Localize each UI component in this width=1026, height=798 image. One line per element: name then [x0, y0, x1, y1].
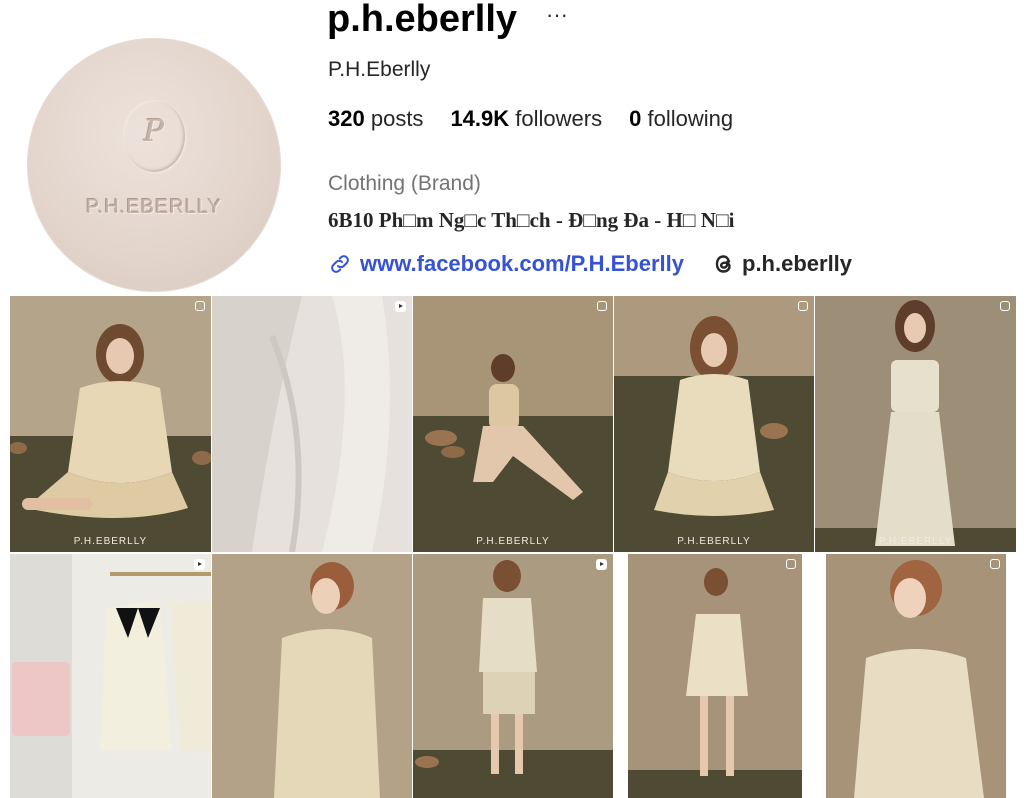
- post-type-icon: [798, 301, 808, 311]
- monogram-letter: P: [143, 114, 165, 149]
- post-type-icon: [597, 301, 607, 311]
- post-photo: [826, 554, 1006, 798]
- post-caption: P.H.EBERLLY: [878, 536, 953, 547]
- threads-icon: [715, 255, 731, 273]
- external-link-text: www.facebook.com/P.H.Eberlly: [360, 251, 684, 276]
- profile-username: p.h.eberlly: [327, 0, 518, 40]
- avatar-brand-text: P.H.EBERLLY: [86, 196, 222, 218]
- post-tile[interactable]: [628, 554, 802, 798]
- reel-icon: [395, 301, 406, 312]
- post-tile[interactable]: [826, 554, 1006, 798]
- post-photo: [413, 554, 613, 798]
- threads-handle: p.h.eberlly: [742, 251, 853, 276]
- post-photo: [413, 296, 613, 552]
- profile-avatar[interactable]: P P.H.EBERLLY: [27, 38, 281, 292]
- post-photo: [212, 554, 412, 798]
- post-tile[interactable]: [10, 554, 211, 798]
- post-photo: [10, 554, 211, 798]
- following-count[interactable]: 0 following: [629, 106, 733, 132]
- post-type-icon: [195, 301, 205, 311]
- more-options-icon[interactable]: ···: [546, 2, 568, 28]
- profile-links: www.facebook.com/P.H.Eberlly p.h.eberlly: [328, 251, 852, 277]
- post-tile[interactable]: P.H.EBERLLY: [815, 296, 1016, 552]
- threads-link[interactable]: p.h.eberlly: [712, 251, 852, 277]
- profile-full-name: P.H.Eberlly: [328, 58, 431, 81]
- post-type-icon: [990, 559, 1000, 569]
- post-caption: P.H.EBERLLY: [677, 536, 751, 547]
- profile-address: 6B10 Ph□m Ng□c Th□ch - Đ□ng Đa - H□ N□i: [328, 208, 735, 232]
- followers-count[interactable]: 14.9K followers: [450, 106, 602, 132]
- post-tile[interactable]: P.H.EBERLLY: [10, 296, 211, 552]
- post-photo: [10, 296, 211, 552]
- reel-icon: [194, 559, 205, 570]
- post-caption: P.H.EBERLLY: [476, 536, 550, 547]
- link-icon: [331, 255, 349, 273]
- post-tile[interactable]: P.H.EBERLLY: [413, 296, 613, 552]
- monogram-logo: P: [123, 100, 185, 172]
- post-type-icon: [786, 559, 796, 569]
- post-caption: P.H.EBERLLY: [73, 536, 148, 547]
- post-tile[interactable]: [212, 554, 412, 798]
- post-type-icon: [1000, 301, 1010, 311]
- posts-count: 320 posts: [328, 106, 424, 131]
- reel-icon: [596, 559, 607, 570]
- post-tile[interactable]: [212, 296, 412, 552]
- post-tile[interactable]: P.H.EBERLLY: [614, 296, 814, 552]
- profile-category: Clothing (Brand): [328, 172, 481, 195]
- profile-stats: 320 posts 14.9K followers 0 following: [328, 106, 733, 132]
- post-photo: [614, 296, 814, 552]
- post-tile[interactable]: [413, 554, 613, 798]
- post-photo: [815, 296, 1016, 552]
- external-link[interactable]: www.facebook.com/P.H.Eberlly: [328, 251, 684, 277]
- post-photo: [212, 296, 412, 552]
- post-photo: [628, 554, 802, 798]
